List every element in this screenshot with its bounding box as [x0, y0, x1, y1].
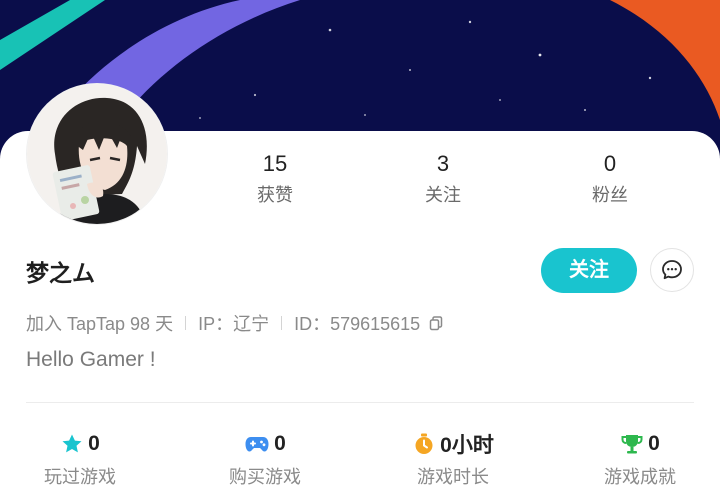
- message-button[interactable]: [650, 248, 694, 292]
- play-time-value: 0小时: [440, 434, 494, 457]
- trophy-icon: [621, 435, 643, 454]
- played-games[interactable]: 0 玩过游戏: [5, 430, 155, 486]
- stat-followers[interactable]: 0 粉丝: [550, 150, 670, 209]
- stopwatch-icon: [415, 433, 433, 454]
- achievements-label: 游戏成就: [604, 467, 676, 486]
- stat-followers-value: 0: [603, 151, 617, 176]
- stat-following-label: 关注: [425, 185, 461, 205]
- username: 梦之ム: [26, 260, 95, 286]
- stat-following-value: 3: [436, 151, 450, 176]
- chat-bubble-icon: [662, 260, 682, 280]
- stat-likes[interactable]: 15 获赞: [215, 150, 335, 209]
- played-games-count: 0: [88, 432, 100, 455]
- played-games-label: 玩过游戏: [44, 467, 116, 486]
- profile-stats: 15 获赞 3 关注 0 粉丝: [190, 150, 720, 210]
- gamepad-icon: [245, 437, 269, 452]
- follow-button[interactable]: 关注: [541, 248, 637, 293]
- copy-icon[interactable]: [428, 315, 444, 331]
- purchased-games-count: 0: [274, 432, 286, 455]
- meta-divider: [185, 316, 187, 330]
- star-icon: [62, 434, 82, 453]
- meta-divider: [281, 316, 283, 330]
- avatar[interactable]: [27, 84, 167, 224]
- play-time[interactable]: 0小时 游戏时长: [378, 430, 528, 486]
- ip-location: IP：辽宁: [198, 314, 270, 334]
- section-divider: [26, 402, 694, 403]
- game-stats: 0 玩过游戏 0 购买游戏 0小时 游戏时长 0 游戏成就: [0, 420, 720, 486]
- purchased-games[interactable]: 0 购买游戏: [190, 430, 340, 486]
- profile-bio: Hello Gamer !: [26, 348, 156, 371]
- user-id: ID：579615615: [294, 314, 421, 334]
- stat-followers-label: 粉丝: [592, 185, 628, 205]
- join-duration: 加入 TapTap 98 天: [26, 314, 174, 334]
- profile-meta: 加入 TapTap 98 天 IP：辽宁 ID：579615615: [26, 310, 444, 336]
- purchased-games-label: 购买游戏: [229, 467, 301, 486]
- avatar-image: [27, 84, 167, 224]
- achievements[interactable]: 0 游戏成就: [565, 430, 715, 486]
- stat-following[interactable]: 3 关注: [383, 150, 503, 209]
- stat-likes-value: 15: [262, 151, 288, 176]
- profile-page: 15 获赞 3 关注 0 粉丝 梦之ム 关注 加入 TapTap 98 天 IP…: [0, 0, 720, 486]
- achievements-count: 0: [648, 432, 660, 455]
- play-time-label: 游戏时长: [417, 467, 489, 486]
- stat-likes-label: 获赞: [257, 185, 293, 205]
